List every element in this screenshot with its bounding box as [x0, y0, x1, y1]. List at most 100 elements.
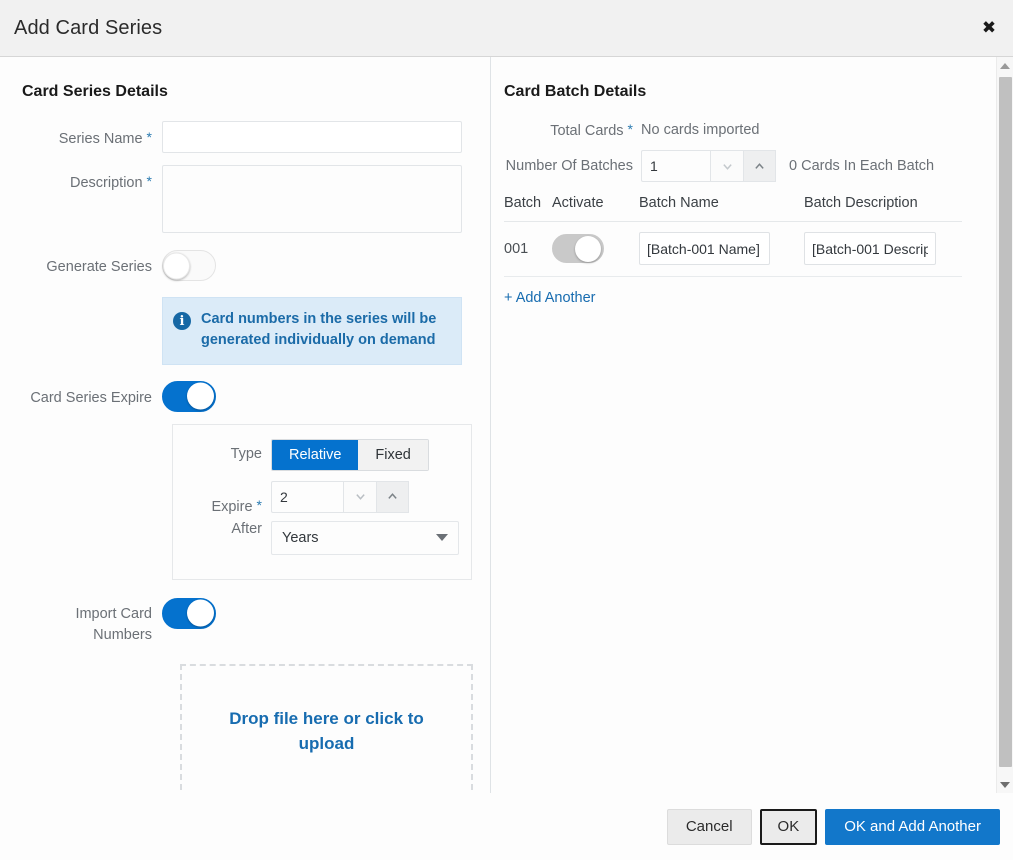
import-card-numbers-toggle[interactable] [162, 597, 216, 629]
expire-after-label-line2: After [231, 520, 262, 537]
cards-in-each-batch-hint: 0 Cards In Each Batch [789, 158, 935, 174]
card-series-expire-row: Card Series Expire [0, 380, 490, 412]
chevron-down-icon[interactable] [343, 480, 376, 513]
card-batch-details-panel: Card Batch Details Total Cards * No cards… [491, 57, 988, 793]
card-batch-details-title: Card Batch Details [504, 83, 647, 100]
description-field-wrap [162, 165, 462, 238]
file-dropzone-text: Drop file here or click to upload [229, 709, 424, 753]
table-row: 001 [504, 222, 962, 277]
dialog-body: Card Series Details Series Name * Descrip… [0, 57, 1013, 793]
toggle-knob [187, 382, 214, 410]
expire-after-label-line1: Expire [211, 499, 253, 516]
scrollbar-thumb[interactable] [999, 77, 1012, 767]
expire-after-label: Expire * After [173, 495, 271, 541]
card-series-expire-field-wrap [162, 380, 216, 412]
vertical-scrollbar[interactable] [996, 57, 1013, 793]
toggle-knob [575, 235, 601, 262]
generate-series-toggle[interactable] [162, 250, 216, 281]
required-asterisk: * [146, 173, 152, 189]
batch-table: Batch Activate Batch Name Batch Descript… [504, 195, 962, 277]
expire-value-stepper [271, 480, 409, 513]
card-series-expire-toggle[interactable] [162, 380, 216, 412]
dialog-header: Add Card Series ✖ [0, 0, 1013, 57]
required-asterisk: * [627, 121, 633, 137]
chevron-down-icon [436, 534, 448, 542]
info-row: i Card numbers in the series will be gen… [0, 293, 490, 365]
import-card-numbers-label: Import Card Numbers [75, 605, 152, 643]
import-card-numbers-field-wrap [162, 597, 216, 629]
expire-type-relative-button[interactable]: Relative [272, 439, 359, 470]
ok-button[interactable]: OK [759, 808, 818, 845]
number-of-batches-label: Number Of Batches [505, 158, 633, 174]
expire-type-segmented-control: Relative Fixed [271, 438, 429, 471]
expire-settings-panel: Type Relative Fixed Expire * After 2 Yea… [172, 423, 472, 580]
required-asterisk: * [146, 129, 152, 145]
total-cards-label: Total Cards * [491, 121, 641, 139]
description-label-text: Description [70, 175, 143, 191]
content-wrapper: Card Series Details Series Name * Descrip… [0, 57, 988, 793]
scroll-down-arrow-icon[interactable] [997, 776, 1013, 793]
series-name-row: Series Name * [0, 121, 490, 153]
card-series-details-panel: Card Series Details Series Name * Descrip… [0, 57, 491, 793]
total-cards-value: No cards imported [641, 122, 760, 138]
series-name-label-text: Series Name [58, 131, 143, 147]
chevron-down-glyph [355, 494, 365, 501]
triangle-up-glyph [1000, 62, 1010, 69]
expire-type-fixed-button[interactable]: Fixed [358, 439, 428, 470]
description-textarea[interactable] [162, 165, 462, 233]
info-icon: i [173, 312, 191, 330]
required-asterisk: * [256, 497, 262, 514]
batch-description-input[interactable] [804, 232, 936, 265]
cancel-button[interactable]: Cancel [666, 808, 752, 845]
chevron-down-icon[interactable] [710, 150, 743, 182]
import-card-numbers-row: Import Card Numbers [0, 597, 490, 646]
expire-type-label: Type [230, 446, 262, 463]
add-card-series-dialog: Add Card Series ✖ Card Series Details Se… [0, 0, 1013, 860]
close-icon[interactable]: ✖ [975, 14, 1003, 42]
ok-and-add-another-button[interactable]: OK and Add Another [825, 808, 1000, 845]
number-of-batches-stepper [641, 150, 776, 182]
expire-after-row: Expire * After 2 Years [173, 480, 459, 555]
expire-unit-select[interactable]: Years [271, 520, 459, 555]
description-row: Description * [0, 165, 490, 238]
toggle-knob [163, 252, 190, 279]
card-series-details-title: Card Series Details [22, 83, 168, 100]
column-header-batch: Batch [504, 195, 542, 211]
info-field-wrap: i Card numbers in the series will be gen… [162, 293, 462, 365]
dialog-title: Add Card Series [14, 16, 163, 39]
file-dropzone[interactable]: Drop file here or click to upload [180, 663, 473, 793]
batch-name-cell [639, 232, 804, 265]
dialog-footer: Cancel OK OK and Add Another [0, 793, 1013, 860]
number-of-batches-row: Number Of Batches 0 Cards In Each Batch [491, 150, 988, 182]
info-banner-text: Card numbers in the series will be gener… [201, 311, 437, 349]
number-of-batches-input[interactable] [641, 150, 710, 182]
card-series-expire-label: Card Series Expire [30, 389, 152, 406]
generate-series-row: Generate Series [0, 250, 490, 281]
batch-activate-toggle[interactable] [552, 234, 604, 263]
scroll-up-arrow-icon[interactable] [997, 57, 1013, 74]
batch-description-cell [804, 232, 962, 265]
chevron-up-icon[interactable] [376, 480, 409, 513]
generate-series-field-wrap [162, 250, 216, 281]
column-header-activate: Activate [552, 195, 604, 211]
series-name-input[interactable] [162, 121, 462, 153]
chevron-up-glyph [388, 493, 397, 500]
description-label: Description * [0, 165, 152, 194]
batch-activate-cell [552, 234, 639, 263]
expire-value-input[interactable] [271, 480, 343, 513]
add-another-batch-link[interactable]: + Add Another [504, 290, 988, 306]
column-header-batch-name: Batch Name [639, 195, 719, 211]
triangle-down-glyph [1000, 781, 1010, 788]
chevron-up-icon[interactable] [743, 150, 776, 182]
batch-name-input[interactable] [639, 232, 770, 265]
batch-number-cell: 001 [504, 240, 529, 257]
chevron-up-glyph [755, 162, 764, 169]
expire-unit-value: Years [282, 529, 319, 546]
generate-series-label: Generate Series [46, 259, 152, 275]
batch-table-header: Batch Activate Batch Name Batch Descript… [504, 195, 962, 222]
expire-after-controls: Years [271, 480, 459, 555]
total-cards-label-text: Total Cards [550, 123, 624, 139]
series-name-field-wrap [162, 121, 462, 153]
chevron-down-glyph [722, 163, 732, 170]
